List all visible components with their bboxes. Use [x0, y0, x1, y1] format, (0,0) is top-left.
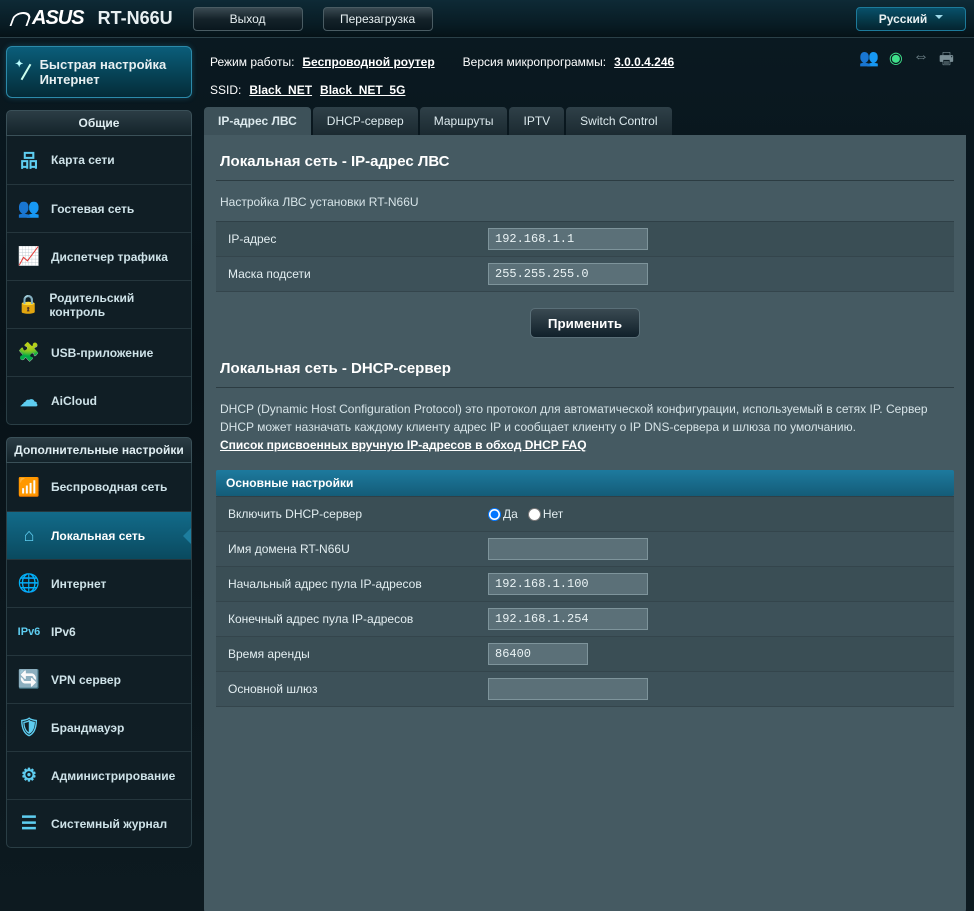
tab-switch-control[interactable]: Switch Control: [566, 107, 671, 135]
mode-link[interactable]: Беспроводной роутер: [302, 55, 434, 69]
network-map-icon: 品: [17, 148, 41, 172]
nav-guest-network[interactable]: 👥Гостевая сеть: [7, 184, 191, 232]
dhcp-faq-link[interactable]: Список присвоенных вручную IP-адресов в …: [220, 438, 587, 452]
wifi-icon: 📶: [17, 475, 41, 499]
model-name: RT-N66U: [98, 8, 173, 29]
dhcp-subheader: Основные настройки: [216, 470, 954, 496]
cloud-icon: ☁: [17, 389, 41, 413]
apply-button[interactable]: Применить: [530, 308, 640, 338]
chevron-down-icon: [935, 15, 943, 23]
nav-usb-application[interactable]: 🧩USB-приложение: [7, 328, 191, 376]
nav-system-log[interactable]: ☰Системный журнал: [7, 799, 191, 847]
tab-lan-ip[interactable]: IP-адрес ЛВС: [204, 107, 311, 135]
clients-icon[interactable]: 👥: [859, 48, 879, 75]
lan-ip-desc: Настройка ЛВС установки RT-N66U: [216, 193, 954, 221]
gateway-label: Основной шлюз: [216, 672, 476, 706]
dhcp-enable-no[interactable]: Нет: [528, 507, 563, 521]
mode-line: Режим работы: Беспроводной роутер Версия…: [204, 44, 966, 79]
section-title-dhcp: Локальная сеть - DHCP-сервер: [216, 356, 954, 387]
sidebar-header-advanced: Дополнительные настройки: [6, 437, 192, 463]
tab-dhcp[interactable]: DHCP-сервер: [313, 107, 418, 135]
nav-administration[interactable]: ⚙Администри­рование: [7, 751, 191, 799]
ssid-2-link[interactable]: Black_NET_5G: [320, 83, 405, 97]
tab-iptv[interactable]: IPTV: [509, 107, 564, 135]
wand-icon: [15, 61, 32, 83]
nav-vpn[interactable]: 🔄VPN сервер: [7, 655, 191, 703]
lan-ip-form: IP-адрес Маска подсети: [216, 221, 954, 292]
lease-input[interactable]: [488, 643, 588, 665]
nav-firewall[interactable]: 🛡Брандмауэр: [7, 703, 191, 751]
mask-label: Маска подсети: [216, 257, 476, 291]
traffic-icon: 📈: [17, 245, 41, 269]
printer-status-icon[interactable]: 🖶: [939, 48, 954, 75]
vpn-icon: 🔄: [17, 668, 41, 692]
usb-status-icon[interactable]: ⇔: [913, 48, 929, 75]
internet-status-icon[interactable]: ◉: [889, 48, 903, 75]
dhcp-enable-label: Включить DHCP-сервер: [216, 497, 476, 531]
brand-text: ASUS: [32, 7, 84, 30]
dhcp-desc: DHCP (Dynamic Host Configuration Protoco…: [216, 400, 954, 464]
nav-parental-control[interactable]: 🔒Родительский контроль: [7, 280, 191, 328]
nav-advanced: 📶Беспроводная сеть ⌂Локальная сеть 🌐Инте…: [6, 463, 192, 848]
pool-start-input[interactable]: [488, 573, 648, 595]
nav-network-map[interactable]: 品Карта сети: [7, 136, 191, 184]
tab-bar: IP-адрес ЛВС DHCP-сервер Маршруты IPTV S…: [204, 107, 966, 135]
guest-icon: 👥: [17, 197, 41, 221]
nav-aicloud[interactable]: ☁AiCloud: [7, 376, 191, 424]
list-icon: ☰: [17, 812, 41, 836]
domain-label: Имя домена RT-N66U: [216, 532, 476, 566]
dhcp-yes-radio[interactable]: [488, 508, 501, 521]
sidebar-header-general: Общие: [6, 110, 192, 136]
ssid-1-link[interactable]: Black_NET: [249, 83, 312, 97]
ip-label: IP-адрес: [216, 222, 476, 256]
pool-start-label: Начальный адрес пула IP-адресов: [216, 567, 476, 601]
tab-routes[interactable]: Маршруты: [420, 107, 508, 135]
main-panel: Локальная сеть - IP-адрес ЛВС Настройка …: [204, 135, 966, 911]
ipv6-icon: IPv6: [17, 620, 41, 644]
firmware-link[interactable]: 3.0.0.4.246: [614, 55, 674, 69]
puzzle-icon: 🧩: [17, 341, 41, 365]
gear-icon: ⚙: [17, 764, 41, 788]
brand-logo: ASUS: [8, 7, 92, 30]
pool-end-label: Конечный адрес пула IP-адресов: [216, 602, 476, 636]
nav-traffic-manager[interactable]: 📈Диспетчер трафика: [7, 232, 191, 280]
section-title-lan-ip: Локальная сеть - IP-адрес ЛВС: [216, 149, 954, 180]
quick-setup-button[interactable]: Быстрая настройка Интернет: [6, 46, 192, 98]
lease-label: Время аренды: [216, 637, 476, 671]
dhcp-enable-yes[interactable]: Да: [488, 507, 518, 521]
language-select[interactable]: Русский: [856, 7, 966, 31]
logout-button[interactable]: Выход: [193, 7, 303, 31]
top-bar: ASUS RT-N66U Выход Перезагрузка Русский: [0, 0, 974, 38]
lock-icon: 🔒: [17, 293, 39, 317]
sidebar: Быстрая настройка Интернет Общие 品Карта …: [0, 38, 198, 911]
mask-input[interactable]: [488, 263, 648, 285]
content-area: Режим работы: Беспроводной роутер Версия…: [198, 38, 974, 911]
pool-end-input[interactable]: [488, 608, 648, 630]
nav-ipv6[interactable]: IPv6IPv6: [7, 607, 191, 655]
shield-icon: 🛡: [17, 716, 41, 740]
nav-general: 品Карта сети 👥Гостевая сеть 📈Диспетчер тр…: [6, 136, 192, 425]
globe-icon: 🌐: [17, 572, 41, 596]
ip-input[interactable]: [488, 228, 648, 250]
ssid-line: SSID: Black_NET Black_NET_5G: [204, 79, 966, 101]
nav-wan[interactable]: 🌐Интернет: [7, 559, 191, 607]
reboot-button[interactable]: Перезагрузка: [323, 7, 433, 31]
gateway-input[interactable]: [488, 678, 648, 700]
domain-input[interactable]: [488, 538, 648, 560]
nav-lan[interactable]: ⌂Локальная сеть: [7, 511, 191, 559]
status-icons: 👥 ◉ ⇔ 🖶: [859, 48, 960, 75]
home-icon: ⌂: [17, 524, 41, 548]
dhcp-form: Включить DHCP-сервер Да Нет Имя домена R…: [216, 496, 954, 707]
nav-wireless[interactable]: 📶Беспроводная сеть: [7, 463, 191, 511]
dhcp-no-radio[interactable]: [528, 508, 541, 521]
